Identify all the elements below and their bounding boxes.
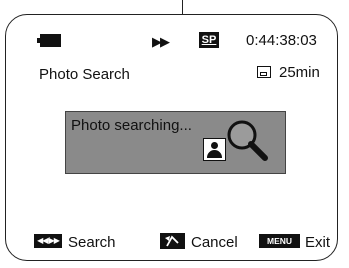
search-button-icon[interactable]: ◀◀/▶▶ bbox=[34, 234, 62, 248]
message-text: Photo searching... bbox=[71, 117, 192, 134]
exit-label: Exit bbox=[305, 234, 331, 251]
tape-cassette-icon bbox=[257, 66, 271, 78]
callout-leader-line bbox=[182, 0, 183, 14]
magnifier-icon bbox=[227, 120, 268, 161]
cancel-label: Cancel bbox=[191, 234, 238, 251]
tape-remaining: 25min bbox=[279, 64, 320, 81]
mode-title: Photo Search bbox=[39, 66, 130, 83]
back-arrow-icon[interactable] bbox=[160, 233, 185, 249]
fast-forward-icon: ▶▶ bbox=[152, 34, 170, 49]
search-label: Search bbox=[68, 234, 116, 251]
battery-icon bbox=[37, 34, 61, 47]
menu-button[interactable]: MENU bbox=[259, 234, 300, 248]
timecode: 0:44:38:03 bbox=[246, 32, 317, 49]
record-mode-badge: SP bbox=[199, 32, 219, 48]
